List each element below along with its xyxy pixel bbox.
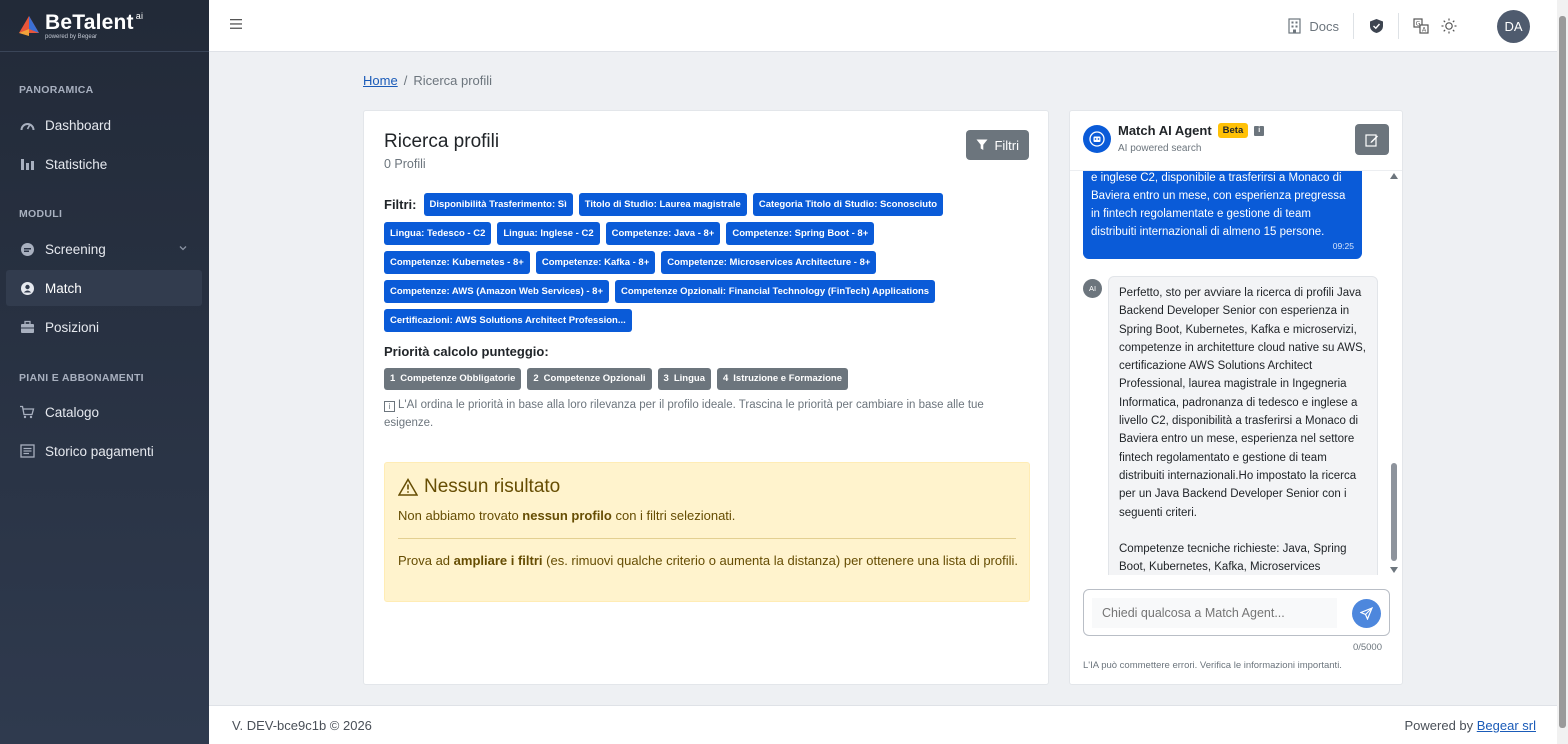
alert-message: Non abbiamo trovato nessun profilo con i…	[398, 508, 736, 523]
sidebar-item-screening[interactable]: Screening	[6, 231, 202, 267]
translate-button[interactable]: GA	[1407, 13, 1435, 39]
shield-check-icon	[1369, 19, 1383, 33]
user-avatar[interactable]: DA	[1497, 9, 1530, 43]
chevron-down-icon[interactable]	[178, 243, 188, 253]
begear-link[interactable]: Begear srl	[1477, 718, 1536, 733]
info-icon: i	[384, 401, 395, 412]
svg-text:G: G	[1416, 20, 1421, 27]
bar-chart-icon	[19, 156, 35, 172]
building-icon	[1288, 18, 1301, 34]
theme-toggle-button[interactable]	[1435, 13, 1463, 39]
agent-subtitle: AI powered search	[1118, 143, 1202, 154]
sidebar-item-dashboard[interactable]: Dashboard	[6, 107, 202, 143]
new-chat-button[interactable]	[1355, 124, 1389, 155]
brand[interactable]: BeTalent ai powered by Begear	[0, 0, 209, 52]
filter-chip[interactable]: Competenze: Kubernetes - 8+	[384, 251, 530, 274]
user-badge-icon	[19, 280, 35, 296]
char-counter: 0/5000	[1352, 642, 1382, 653]
sidebar-section-piani: PIANI E ABBONAMENTI	[19, 372, 144, 384]
send-button[interactable]	[1352, 599, 1381, 628]
priority-chip[interactable]: 2 Competenze Opzionali	[527, 368, 652, 390]
sidebar-section-panoramica: PANORAMICA	[19, 84, 94, 96]
edit-icon	[1365, 133, 1378, 147]
page-scrollbar[interactable]	[1557, 0, 1568, 744]
briefcase-icon	[19, 319, 35, 335]
sidebar-item-posizioni[interactable]: Posizioni	[6, 309, 202, 345]
filter-chip[interactable]: Lingua: Tedesco - C2	[384, 222, 492, 245]
docs-link[interactable]: Docs	[1288, 13, 1354, 39]
priority-title: Priorità calcolo punteggio:	[384, 344, 549, 359]
match-ai-agent-panel: Match AI Agent Beta i AI powered search …	[1069, 110, 1403, 685]
alert-title: Nessun risultato	[424, 476, 561, 497]
ai-disclaimer: L'IA può commettere errori. Verifica le …	[1083, 660, 1342, 671]
sidebar-item-storico-pagamenti[interactable]: Storico pagamenti	[6, 433, 202, 469]
shield-button[interactable]	[1362, 13, 1390, 39]
search-profiles-card: Ricerca profili 0 Profili Filtri Filtri:…	[363, 110, 1049, 685]
filter-chip[interactable]: Disponibilità Trasferimento: Sì	[423, 193, 573, 216]
breadcrumb-home-link[interactable]: Home	[363, 73, 398, 88]
filter-chip[interactable]: Competenze: AWS (Amazon Web Services) - …	[384, 280, 610, 303]
filter-chip[interactable]: Certificazioni: AWS Solutions Architect …	[384, 309, 632, 332]
sidebar-item-match[interactable]: Match	[6, 270, 202, 306]
receipt-icon	[19, 443, 35, 459]
version-label: V. DEV-bce9c1b © 2026	[232, 718, 372, 733]
gauge-icon	[19, 117, 35, 133]
betalent-logo-icon	[19, 15, 39, 36]
filter-chip[interactable]: Titolo di Studio: Laurea magistrale	[578, 193, 747, 216]
hamburger-menu-icon[interactable]	[229, 17, 243, 31]
priority-list: 1 Competenze Obbligatorie 2 Competenze Opz…	[384, 368, 854, 390]
chat-messages[interactable]: e inglese C2, disponibile a trasferirsi …	[1070, 171, 1402, 575]
message-time: 09:25	[1332, 241, 1354, 251]
sun-icon	[1441, 18, 1457, 34]
filter-chip[interactable]: Competenze: Java - 8+	[605, 222, 721, 245]
user-message: e inglese C2, disponibile a trasferirsi …	[1083, 171, 1362, 259]
filters-button[interactable]: Filtri	[966, 130, 1029, 160]
sidebar-item-statistiche[interactable]: Statistiche	[6, 146, 202, 182]
filter-chip[interactable]: Competenze: Spring Boot - 8+	[726, 222, 875, 245]
priority-hint: i L'AI ordina le priorità in base alla lo…	[384, 399, 984, 429]
chat-input[interactable]	[1092, 598, 1337, 628]
sidebar: BeTalent ai powered by Begear PANORAMICA …	[0, 0, 209, 744]
filter-chip[interactable]: Competenze Opzionali: Financial Technolo…	[615, 280, 936, 303]
page-title: Ricerca profili	[384, 131, 500, 152]
brand-name: BeTalent ai	[45, 10, 144, 34]
warning-triangle-icon	[398, 478, 418, 496]
filter-icon	[976, 139, 988, 150]
ai-message: Perfetto, sto per avviare la ricerca di …	[1108, 276, 1378, 575]
chat-scrollbar[interactable]	[1389, 173, 1399, 573]
profile-count: 0 Profili	[384, 157, 426, 171]
robot-icon	[1083, 125, 1111, 153]
sidebar-section-moduli: MODULI	[19, 208, 63, 220]
filter-chip[interactable]: Lingua: Inglese - C2	[497, 222, 600, 245]
top-header: Docs GA DA	[209, 0, 1557, 52]
priority-chip[interactable]: 1 Competenze Obbligatorie	[384, 368, 522, 390]
priority-chip[interactable]: 4 Istruzione e Formazione	[716, 368, 849, 390]
cart-icon	[19, 404, 35, 420]
ai-avatar: AI	[1083, 279, 1102, 298]
no-results-alert: Nessun risultato Non abbiamo trovato nes…	[384, 462, 1030, 602]
screening-icon	[19, 241, 35, 257]
breadcrumb: Home / Ricerca profili	[363, 73, 493, 88]
send-icon	[1360, 607, 1373, 620]
info-icon[interactable]: i	[1254, 125, 1265, 136]
agent-name: Match AI Agent	[1118, 123, 1212, 138]
breadcrumb-current: Ricerca profili	[413, 73, 493, 88]
priority-chip[interactable]: 3 Lingua	[657, 368, 711, 390]
beta-badge: Beta	[1217, 123, 1249, 138]
filter-chip[interactable]: Categoria Titolo di Studio: Sconosciuto	[752, 193, 944, 216]
filter-chip[interactable]: Competenze: Kafka - 8+	[535, 251, 656, 274]
translate-icon: GA	[1413, 18, 1429, 34]
alert-suggestion: Prova ad ampliare i filtri (es. rimuovi …	[398, 553, 1018, 568]
filter-chip[interactable]: Competenze: Microservices Architecture -…	[661, 251, 877, 274]
active-filters: Filtri: Disponibilità Trasferimento: Sì …	[384, 193, 1034, 338]
sidebar-item-catalogo[interactable]: Catalogo	[6, 394, 202, 430]
brand-tagline: powered by Begear	[45, 33, 98, 40]
filters-label: Filtri:	[384, 197, 417, 212]
footer: V. DEV-bce9c1b © 2026 Powered by Begear …	[209, 705, 1557, 744]
